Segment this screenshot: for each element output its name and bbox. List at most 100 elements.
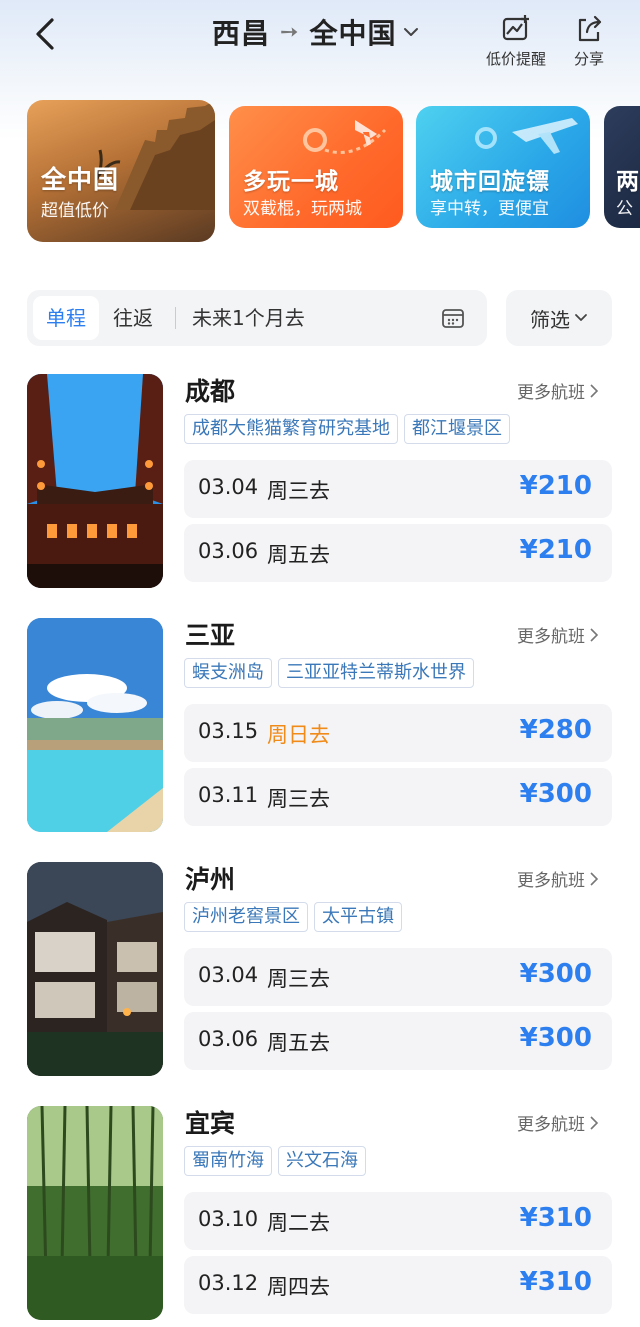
flight-price: ¥280 xyxy=(519,715,592,745)
city-name: 泸州 xyxy=(185,865,236,894)
attraction-tag[interactable]: 成都大熊猫繁育研究基地 xyxy=(184,414,398,444)
attraction-tags: 泸州老窖景区 太平古镇 xyxy=(184,902,402,932)
city-photo xyxy=(27,862,163,1076)
more-flights-label: 更多航班 xyxy=(517,383,585,403)
flight-option[interactable]: 03.12 周四去 ¥310 xyxy=(184,1256,612,1314)
flight-option[interactable]: 03.04 周三去 ¥210 xyxy=(184,460,612,518)
plane-pin-icon xyxy=(303,120,387,154)
flight-option[interactable]: 03.04 周三去 ¥300 xyxy=(184,948,612,1006)
travel-period[interactable]: 未来1个月去 xyxy=(192,296,305,340)
low-price-alert-button[interactable]: 低价提醒 xyxy=(486,14,546,69)
flight-weekday: 周五去 xyxy=(267,1031,330,1055)
city-photo xyxy=(27,1106,163,1320)
banner-title: 城市回旋镖 xyxy=(430,169,550,195)
banner-subtitle: 享中转，更便宜 xyxy=(430,199,549,219)
chevron-down-icon xyxy=(575,314,587,321)
flight-weekday: 周四去 xyxy=(267,1275,330,1299)
promo-banners: 全中国 超值低价 多玩一城 双截棍，玩两城 城市回旋镖 享中转，更便宜 两 公 xyxy=(0,100,640,250)
chevron-down-icon xyxy=(404,28,419,36)
chevron-right-icon xyxy=(590,627,599,642)
banner-subtitle: 双截棍，玩两城 xyxy=(243,199,362,219)
flight-weekday: 周三去 xyxy=(267,967,330,991)
flight-date: 03.04 xyxy=(198,963,259,987)
share-icon xyxy=(578,15,602,42)
airplane-icon xyxy=(475,118,578,154)
flight-option[interactable]: 03.11 周三去 ¥300 xyxy=(184,768,612,826)
banner-partial[interactable]: 两 公 xyxy=(604,106,640,228)
destination-city: 全中国 xyxy=(309,17,397,50)
city-name: 三亚 xyxy=(185,621,236,650)
city-card-chengdu[interactable]: 成都 更多航班 成都大熊猫繁育研究基地 都江堰景区 03.04 周三去 ¥210… xyxy=(0,366,640,588)
route-title[interactable]: 西昌 ➙ 全中国 xyxy=(212,12,420,52)
price-alert-icon xyxy=(502,15,529,41)
more-flights-link[interactable]: 更多航班 xyxy=(517,866,600,891)
flight-price: ¥310 xyxy=(519,1267,592,1297)
flight-date: 03.11 xyxy=(198,783,259,807)
more-flights-link[interactable]: 更多航班 xyxy=(517,1110,600,1135)
flight-price: ¥300 xyxy=(519,959,592,989)
flight-option[interactable]: 03.06 周五去 ¥210 xyxy=(184,524,612,582)
flight-price: ¥210 xyxy=(519,535,592,565)
divider xyxy=(175,307,176,329)
city-photo xyxy=(27,618,163,832)
attraction-tag[interactable]: 兴文石海 xyxy=(278,1146,366,1176)
flight-option[interactable]: 03.06 周五去 ¥300 xyxy=(184,1012,612,1070)
share-button[interactable]: 分享 xyxy=(574,14,604,69)
flight-weekday: 周日去 xyxy=(267,723,330,747)
flight-weekday: 周五去 xyxy=(267,543,330,567)
flight-date: 03.15 xyxy=(198,719,259,743)
banner-all-china[interactable]: 全中国 超值低价 xyxy=(27,100,215,242)
attraction-tags: 蜈支洲岛 三亚亚特兰蒂斯水世界 xyxy=(184,658,474,688)
flight-date: 03.12 xyxy=(198,1271,259,1295)
origin-city: 西昌 xyxy=(212,17,271,50)
flight-price: ¥300 xyxy=(519,1023,592,1053)
more-flights-link[interactable]: 更多航班 xyxy=(517,378,600,403)
tab-round-trip[interactable]: 往返 xyxy=(105,296,161,340)
attraction-tag[interactable]: 都江堰景区 xyxy=(404,414,510,444)
chevron-right-icon xyxy=(590,383,599,398)
share-label: 分享 xyxy=(574,50,605,68)
filter-button[interactable]: 筛选 xyxy=(506,290,612,346)
city-card-sanya[interactable]: 三亚 更多航班 蜈支洲岛 三亚亚特兰蒂斯水世界 03.15 周日去 ¥280 0… xyxy=(0,610,640,832)
chevron-right-icon xyxy=(590,871,599,886)
banner-title: 全中国 xyxy=(41,165,120,194)
filter-label: 筛选 xyxy=(530,307,570,332)
trip-filter-bar: 单程 往返 未来1个月去 xyxy=(27,290,487,346)
city-card-yibin[interactable]: 宜宾 更多航班 蜀南竹海 兴文石海 03.10 周二去 ¥310 03.12 周… xyxy=(0,1098,640,1320)
attraction-tag[interactable]: 泸州老窖景区 xyxy=(184,902,308,932)
flight-date: 03.04 xyxy=(198,475,259,499)
attraction-tags: 成都大熊猫繁育研究基地 都江堰景区 xyxy=(184,414,510,444)
city-photo xyxy=(27,374,163,588)
more-flights-label: 更多航班 xyxy=(517,627,585,647)
flight-date: 03.06 xyxy=(198,539,259,563)
attraction-tag[interactable]: 蜀南竹海 xyxy=(184,1146,272,1176)
attraction-tag[interactable]: 三亚亚特兰蒂斯水世界 xyxy=(278,658,474,688)
city-name: 成都 xyxy=(185,377,236,406)
banner-subtitle: 超值低价 xyxy=(41,201,109,221)
back-arrow-icon[interactable] xyxy=(30,16,62,52)
more-flights-label: 更多航班 xyxy=(517,871,585,891)
more-flights-link[interactable]: 更多航班 xyxy=(517,622,600,647)
flight-weekday: 周二去 xyxy=(267,1211,330,1235)
flight-price: ¥210 xyxy=(519,471,592,501)
flight-option[interactable]: 03.15 周日去 ¥280 xyxy=(184,704,612,762)
attraction-tag[interactable]: 太平古镇 xyxy=(314,902,402,932)
banner-extra-city[interactable]: 多玩一城 双截棍，玩两城 xyxy=(229,106,403,228)
calendar-icon[interactable] xyxy=(441,307,465,329)
banner-title: 多玩一城 xyxy=(243,169,339,195)
tab-one-way[interactable]: 单程 xyxy=(33,296,99,340)
city-card-luzhou[interactable]: 泸州 更多航班 泸州老窖景区 太平古镇 03.04 周三去 ¥300 03.06… xyxy=(0,854,640,1076)
attraction-tag[interactable]: 蜈支洲岛 xyxy=(184,658,272,688)
route-arrow-icon: ➙ xyxy=(280,19,300,45)
flight-weekday: 周三去 xyxy=(267,787,330,811)
more-flights-label: 更多航班 xyxy=(517,1115,585,1135)
chevron-right-icon xyxy=(590,1115,599,1130)
banner-boomerang[interactable]: 城市回旋镖 享中转，更便宜 xyxy=(416,106,590,228)
top-bar: 西昌 ➙ 全中国 低价提醒 分享 xyxy=(0,0,640,80)
city-name: 宜宾 xyxy=(185,1109,236,1138)
banner-subtitle: 公 xyxy=(616,199,633,219)
flight-date: 03.06 xyxy=(198,1027,259,1051)
flight-price: ¥310 xyxy=(519,1203,592,1233)
flight-option[interactable]: 03.10 周二去 ¥310 xyxy=(184,1192,612,1250)
flight-weekday: 周三去 xyxy=(267,479,330,503)
